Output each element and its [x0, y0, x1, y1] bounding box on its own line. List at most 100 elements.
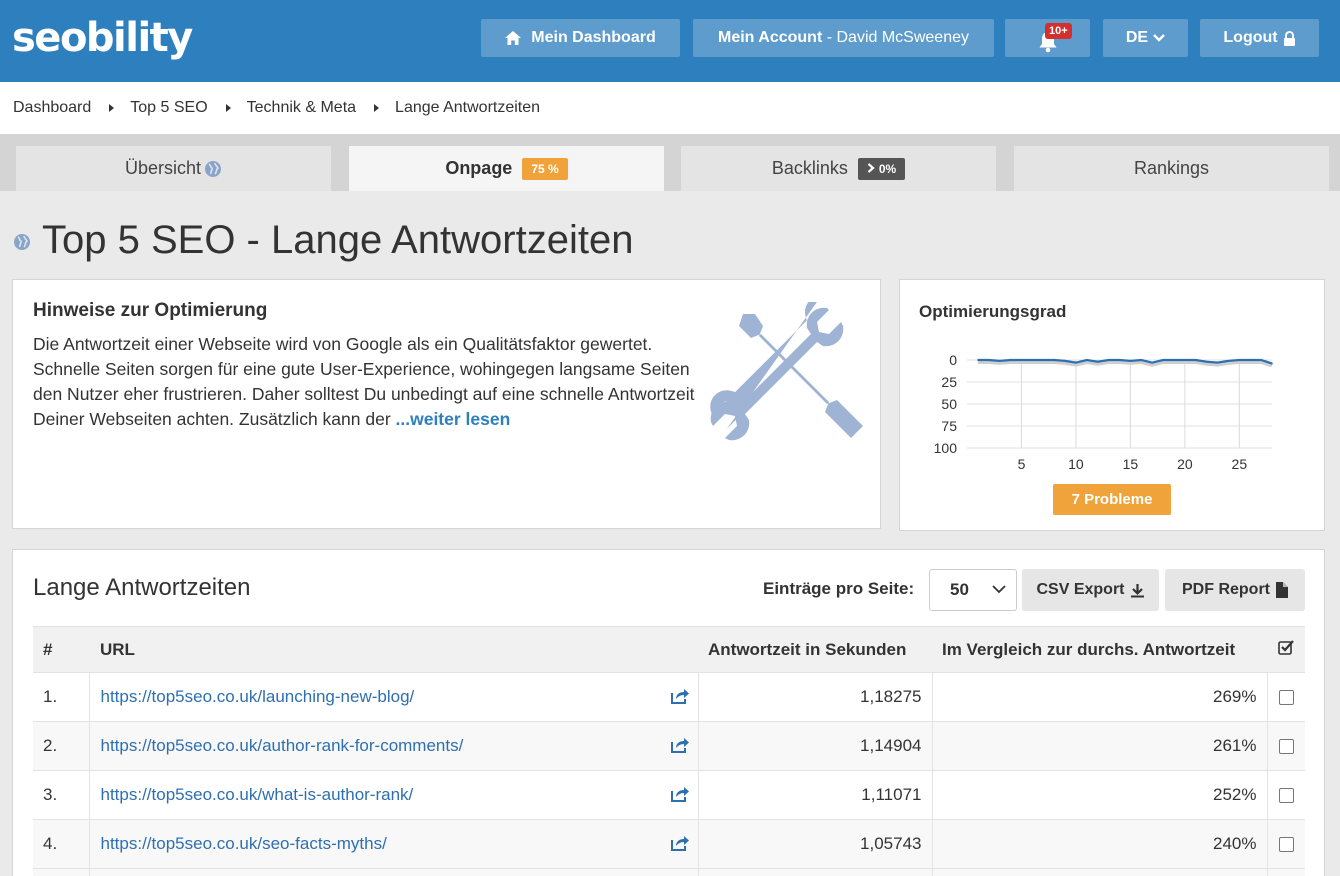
table-title: Lange Antwortzeiten [33, 574, 251, 601]
breadcrumb-arrow-icon [109, 104, 115, 112]
breadcrumb-dashboard[interactable]: Dashboard [13, 99, 91, 117]
top-navigation-bar: seobility Mein Dashboard Mein Account - … [0, 0, 1340, 82]
chart-point [1140, 359, 1143, 361]
chart-point [1042, 359, 1045, 361]
globe-icon [205, 160, 222, 177]
chart-series-shadow [977, 359, 1273, 368]
row-response-time: 1,14904 [697, 721, 932, 771]
breadcrumb-project[interactable]: Top 5 SEO [130, 99, 207, 117]
tab-onpage-label: Onpage [445, 158, 513, 178]
pdf-report-button[interactable]: PDF Report [1165, 569, 1305, 611]
select-all-header[interactable] [1267, 626, 1305, 673]
breadcrumb-arrow-icon [225, 104, 231, 112]
tab-rankings[interactable]: Rankings [1014, 146, 1329, 191]
table-header-row: # URL Antwortzeit in Sekunden Im Verglei… [33, 626, 1305, 673]
row-select-cell [1266, 770, 1305, 820]
chart-point [1053, 359, 1055, 361]
row-comparison-percent: 261% [931, 721, 1267, 771]
external-link-icon[interactable] [670, 737, 690, 754]
chart-point [1009, 359, 1012, 361]
row-response-time: 1,18275 [697, 672, 932, 722]
external-link-icon[interactable] [670, 688, 690, 705]
external-link-icon[interactable] [670, 835, 690, 852]
chart-point [1086, 359, 1088, 361]
notifications-button[interactable]: 10+ [1005, 19, 1090, 57]
row-checkbox[interactable] [1278, 739, 1294, 755]
language-dropdown[interactable]: DE [1103, 19, 1188, 57]
dashboard-button[interactable]: Mein Dashboard [481, 19, 680, 57]
chart-point [1064, 360, 1066, 362]
breadcrumb-arrow-icon [374, 104, 380, 112]
tab-backlinks-label: Backlinks [771, 158, 848, 178]
chart-x-tick-label: 5 [1018, 456, 1026, 472]
row-index: 2. [33, 721, 89, 771]
row-select-cell [1266, 721, 1305, 771]
entries-per-page-select[interactable]: 50 [929, 569, 1017, 611]
checkbox-checked-icon[interactable] [1278, 639, 1294, 655]
chart-point [1096, 360, 1099, 363]
column-header-response-time[interactable]: Antwortzeit in Sekunden [698, 626, 932, 673]
optimization-chart: 0 25 50 75 100 5 10 15 20 25 [934, 352, 1273, 472]
dashboard-label: Mein Dashboard [531, 29, 656, 46]
chart-point [1205, 360, 1208, 363]
chart-point [1173, 359, 1175, 361]
row-comparison-percent: 269% [931, 672, 1267, 722]
home-icon [505, 31, 522, 45]
account-button[interactable]: Mein Account - David McSweeney [693, 19, 994, 57]
page-title: Top 5 SEO - Lange Antwortzeiten [42, 218, 634, 262]
breadcrumb-category[interactable]: Technik & Meta [247, 99, 356, 117]
row-url-link[interactable]: https://top5seo.co.uk/author-rank-for-co… [101, 736, 464, 755]
chevron-down-icon [992, 585, 1006, 594]
row-url-link[interactable]: https://top5seo.co.uk/what-is-author-ran… [101, 785, 414, 804]
chart-y-tick-label: 75 [941, 418, 957, 434]
optimization-score-panel: Optimierungsgrad 0 25 50 75 100 5 10 15 20 25 7 P… [899, 279, 1325, 531]
chevron-down-icon [1153, 34, 1165, 42]
tab-overview[interactable]: Übersicht [16, 146, 331, 191]
read-more-link[interactable]: ...weiter lesen [396, 409, 511, 429]
row-select-cell [1266, 819, 1305, 869]
row-select-cell [1266, 672, 1305, 722]
account-separator: - [822, 29, 837, 46]
chart-point [1216, 361, 1219, 364]
chart-point [1151, 361, 1153, 364]
tab-backlinks[interactable]: Backlinks 0% [681, 146, 996, 191]
chart-point [1238, 359, 1241, 361]
breadcrumb-current: Lange Antwortzeiten [395, 99, 541, 116]
table-row [33, 868, 1305, 876]
table-row: 4. https://top5seo.co.uk/seo-facts-myths/… [33, 819, 1305, 869]
row-checkbox[interactable] [1278, 837, 1294, 853]
logout-button[interactable]: Logout [1200, 19, 1319, 57]
row-url-link[interactable]: https://top5seo.co.uk/seo-facts-myths/ [101, 834, 387, 853]
row-response-time: 1,05743 [697, 819, 932, 869]
table-row: 1. https://top5seo.co.uk/launching-new-bl… [33, 672, 1305, 722]
account-label: Mein Account [717, 29, 823, 46]
row-checkbox[interactable] [1278, 788, 1294, 804]
chart-y-tick-label: 0 [949, 352, 957, 368]
globe-icon [14, 234, 30, 250]
hints-title: Hinweise zur Optimierung [33, 300, 268, 321]
breadcrumb: Dashboard Top 5 SEO Technik & Meta Lange… [0, 82, 1340, 134]
chart-point [1194, 359, 1197, 361]
csv-export-label: CSV Export [1036, 581, 1125, 598]
column-header-comparison[interactable]: Im Vergleich zur durchs. Antwortzeit [932, 626, 1267, 673]
chart-point [998, 360, 1001, 362]
tab-onpage[interactable]: Onpage 75 % [349, 146, 664, 191]
chart-point [1260, 359, 1262, 361]
row-url-cell: https://top5seo.co.uk/launching-new-blog… [88, 672, 698, 722]
hints-text-block: Die Antwortzeit einer Webseite wird von … [33, 332, 713, 432]
chart-point [1075, 361, 1077, 364]
optimization-title: Optimierungsgrad [919, 302, 1067, 321]
chart-x-tick-label: 10 [1068, 456, 1084, 472]
row-url-link[interactable]: https://top5seo.co.uk/launching-new-blog… [101, 687, 415, 706]
tab-rankings-label: Rankings [1133, 158, 1210, 178]
tab-overview-label: Übersicht [124, 158, 202, 178]
problems-count-button[interactable]: 7 Probleme [1053, 484, 1171, 515]
column-header-url[interactable]: URL [89, 626, 698, 673]
table-row: 2. https://top5seo.co.uk/author-rank-for-… [33, 721, 1305, 771]
chart-point [1162, 359, 1164, 361]
row-checkbox[interactable] [1278, 690, 1294, 706]
seobility-logo[interactable]: seobility [12, 14, 193, 62]
external-link-icon[interactable] [670, 786, 690, 803]
chart-point [987, 359, 990, 361]
csv-export-button[interactable]: CSV Export [1022, 569, 1159, 611]
